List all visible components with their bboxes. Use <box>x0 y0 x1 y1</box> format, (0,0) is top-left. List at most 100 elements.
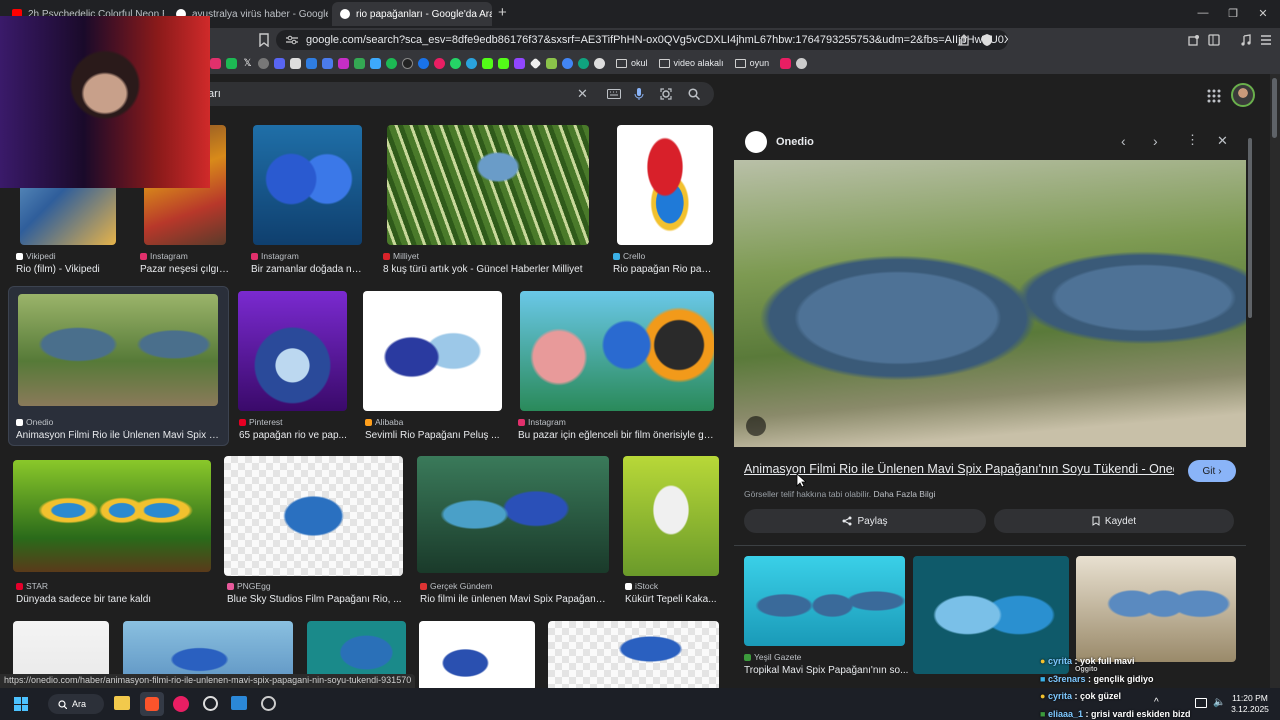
result-caption[interactable]: Kükürt Tepeli Kaka... <box>625 594 717 605</box>
globe-icon[interactable] <box>796 57 808 69</box>
result-caption[interactable]: Bir zamanlar doğada ne... <box>251 264 364 275</box>
whatsapp-bookmark-icon[interactable] <box>450 57 461 69</box>
voice-search-icon[interactable] <box>634 87 644 101</box>
lens-icon[interactable] <box>746 416 766 436</box>
result-caption[interactable]: Blue Sky Studios Film Papağanı Rio, ... <box>227 594 402 605</box>
bookmark-icon[interactable] <box>546 57 557 69</box>
next-result-icon[interactable]: › <box>1153 133 1158 149</box>
bookmark-icon[interactable] <box>562 57 573 69</box>
file-explorer-icon[interactable] <box>114 696 130 710</box>
result-image-partial[interactable] <box>419 621 535 688</box>
result-image-rio-film-still[interactable] <box>417 456 609 573</box>
kick-bookmark-icon[interactable] <box>498 57 509 69</box>
result-caption[interactable]: Rio filmi ile ünlenen Mavi Spix Papağanı… <box>420 594 606 605</box>
result-image-rio-characters[interactable] <box>520 291 714 411</box>
sidebar-icon[interactable] <box>1208 34 1220 46</box>
chatgpt-bookmark-icon[interactable] <box>578 57 589 69</box>
discord-bookmark-icon[interactable] <box>274 57 285 69</box>
kick-bookmark-icon[interactable] <box>482 57 493 69</box>
clock[interactable]: 11:20 PM 3.12.2025 <box>1230 693 1270 715</box>
visit-button[interactable]: Git › <box>1188 460 1236 482</box>
bookmark-icon[interactable] <box>418 57 429 69</box>
google-apps-icon[interactable] <box>1207 89 1221 103</box>
minimize-button[interactable]: — <box>1188 4 1218 22</box>
volume-icon[interactable]: 🔈 <box>1213 697 1225 708</box>
bookmark-icon[interactable] <box>322 57 333 69</box>
result-caption[interactable]: Pazar neşesi çılgın... <box>140 264 232 275</box>
bookmark-icon[interactable] <box>290 57 301 69</box>
related-caption[interactable]: Tropikal Mavi Spix Papağanı'nın so... <box>744 665 909 676</box>
scrollbar-thumb[interactable] <box>1248 138 1252 318</box>
close-panel-icon[interactable]: ✕ <box>1217 133 1228 149</box>
more-options-icon[interactable]: ⋮ <box>1186 132 1199 148</box>
bookmark-icon[interactable] <box>529 57 542 69</box>
result-image-partial[interactable] <box>548 621 719 688</box>
network-icon[interactable] <box>1195 698 1207 708</box>
result-image-cockatoo[interactable] <box>623 456 719 576</box>
extensions-icon[interactable] <box>1188 34 1200 46</box>
save-button[interactable]: Kaydet <box>994 509 1234 533</box>
result-caption[interactable]: Sevimli Rio Papağanı Peluş ... <box>365 430 502 441</box>
media-player-icon[interactable] <box>173 696 189 712</box>
preview-image[interactable] <box>734 160 1246 447</box>
tab-rio-search[interactable]: rio papağanları - Google'da Ara ✕ <box>332 2 492 26</box>
new-tab-button[interactable]: + <box>498 4 507 21</box>
taskbar-search[interactable]: Ara <box>48 694 104 714</box>
result-image-plush[interactable] <box>363 291 502 411</box>
instagram-bookmark-icon[interactable] <box>210 57 221 69</box>
result-caption[interactable]: Dünyada sadece bir tane kaldı <box>16 594 216 605</box>
github-bookmark-icon[interactable] <box>402 57 413 69</box>
bookmark-folder-video-alakali[interactable]: video alakalı <box>658 58 724 68</box>
result-caption[interactable]: Rio papağan Rio pap... <box>613 264 713 275</box>
search-icon[interactable] <box>688 88 700 100</box>
bookmark-icon[interactable] <box>780 57 792 69</box>
tray-overflow-icon[interactable]: ^ <box>1154 697 1159 708</box>
bookmark-icon[interactable] <box>258 57 269 69</box>
obs-icon[interactable] <box>203 696 218 711</box>
result-image-milliyet[interactable] <box>387 125 589 245</box>
media-controls-icon[interactable] <box>1240 34 1252 46</box>
bookmark-icon[interactable] <box>370 57 381 69</box>
bookmark-icon[interactable] <box>434 57 445 69</box>
close-window-button[interactable]: ✕ <box>1248 4 1278 22</box>
result-image-red-macaw[interactable] <box>617 125 713 245</box>
site-settings-icon[interactable] <box>286 35 298 45</box>
twitch-bookmark-icon[interactable] <box>514 57 525 69</box>
result-caption[interactable]: Animasyon Filmi Rio ile Ünlenen Mavi Spi… <box>16 430 220 441</box>
share-button[interactable]: Paylaş <box>744 509 986 533</box>
result-caption[interactable]: 65 papağan rio ve pap... <box>239 430 349 441</box>
result-caption[interactable]: Bu pazar için eğlenceli bir film önerisi… <box>518 430 716 441</box>
taskbar-active-app[interactable] <box>140 692 164 716</box>
scrollbar-thumb[interactable] <box>1272 78 1277 138</box>
settings-icon[interactable] <box>261 696 276 711</box>
google-drive-bookmark-icon[interactable] <box>354 57 365 69</box>
bookmark-icon[interactable] <box>306 57 317 69</box>
menu-icon[interactable] <box>1260 34 1272 46</box>
result-image-rio-poster[interactable] <box>238 291 347 411</box>
panel-scrollbar[interactable] <box>1248 134 1254 674</box>
keyboard-icon[interactable] <box>607 89 621 99</box>
learn-more-link[interactable]: Daha Fazla Bilgi <box>873 489 935 499</box>
result-image-spix-macaws[interactable] <box>18 294 218 406</box>
result-image-macaws-branch[interactable] <box>13 460 211 572</box>
share-page-icon[interactable] <box>958 34 970 46</box>
bookmark-folder-oyun[interactable]: oyun <box>734 58 769 68</box>
panel-site-name[interactable]: Onedio <box>776 136 814 148</box>
bookmark-icon[interactable] <box>226 57 237 69</box>
photos-icon[interactable] <box>231 696 247 710</box>
address-bar[interactable]: google.com/search?sca_esv=8dfe9edb86176f… <box>276 30 1008 50</box>
related-image[interactable] <box>1076 556 1236 662</box>
windows-start-icon[interactable] <box>14 697 28 711</box>
spotify-bookmark-icon[interactable] <box>386 57 397 69</box>
clear-search-icon[interactable]: ✕ <box>577 86 588 102</box>
lens-search-icon[interactable] <box>660 88 672 100</box>
brave-shield-icon[interactable] <box>981 33 993 47</box>
bookmark-icon[interactable] <box>338 57 349 69</box>
account-avatar[interactable] <box>1231 83 1255 107</box>
previous-result-icon[interactable]: ‹ <box>1121 133 1126 149</box>
telegram-bookmark-icon[interactable] <box>466 57 477 69</box>
bookmark-icon[interactable] <box>259 33 269 47</box>
result-image-blu-png[interactable] <box>224 456 403 576</box>
related-image[interactable] <box>744 556 905 646</box>
result-caption[interactable]: Rio (film) - Vikipedi <box>16 264 134 275</box>
